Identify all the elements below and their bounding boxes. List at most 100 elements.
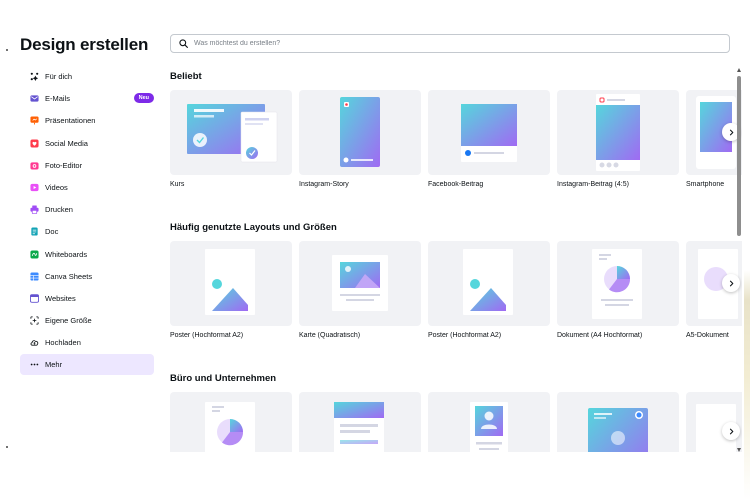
design-card-label: Karte (Quadratisch) (299, 332, 361, 339)
chevron-right-icon (729, 428, 733, 434)
sidebar-item-eigene-größe[interactable]: Eigene Größe (20, 310, 154, 331)
chevron-right-icon (729, 280, 733, 286)
sidebar-item-label: Foto-Editor (45, 160, 83, 170)
sidebar: Design erstellen Für dich E-Mails Neu Präse… (10, 20, 160, 452)
sidebar-item-social-media[interactable]: Social Media (20, 133, 154, 154)
create-design-panel: Design erstellen Für dich E-Mails Neu Präse… (10, 20, 742, 452)
doc-icon (30, 227, 39, 236)
sidebar-item-label: Whiteboards (45, 249, 88, 259)
search-bar[interactable] (170, 34, 730, 53)
design-card-label: Dokument (A4 Hochformat) (557, 332, 643, 339)
sidebar-item-drucken[interactable]: Drucken (20, 199, 154, 220)
sidebar-nav: Für dich E-Mails Neu Präsentationen Social M… (20, 66, 154, 377)
design-thumbnail[interactable] (299, 392, 421, 452)
card-row-beliebt: Kurs Instagram-Story Facebook-Beitrag In… (170, 90, 742, 200)
design-thumbnail[interactable] (428, 392, 550, 452)
sidebar-title: Design erstellen (20, 35, 149, 54)
new-badge: Neu (133, 93, 154, 104)
design-thumbnail[interactable] (428, 90, 550, 175)
custom-size-icon (30, 316, 39, 325)
sparkle-icon (30, 72, 39, 81)
sidebar-item-label: Mehr (45, 360, 63, 370)
scroll-thumb[interactable] (737, 76, 741, 236)
sidebar-item-label: E-Mails (45, 94, 71, 104)
design-card-label: Smartphone (686, 181, 725, 188)
sidebar-item-label: Doc (45, 227, 59, 237)
design-thumbnail[interactable] (299, 90, 421, 175)
more-icon (30, 360, 39, 369)
scroll-down-arrow[interactable] (737, 448, 741, 452)
sidebar-item-label: Hochladen (45, 338, 81, 348)
design-card[interactable]: Karte (Quadratisch) (299, 241, 421, 339)
sidebar-item-label: Für dich (45, 72, 73, 81)
scroll-up-arrow[interactable] (737, 68, 741, 72)
section-title-beliebt: Beliebt (170, 71, 202, 82)
sheets-icon (30, 272, 39, 281)
presentation-icon (30, 116, 39, 125)
sidebar-item-e-mails[interactable]: E-Mails Neu (20, 88, 154, 109)
sidebar-item-hochladen[interactable]: Hochladen (20, 332, 154, 353)
sidebar-item-whiteboards[interactable]: Whiteboards (20, 244, 154, 265)
design-card[interactable]: Instagram-Story (299, 90, 421, 188)
section-title-layouts: Häufig genutzte Layouts und Größen (170, 222, 337, 233)
design-card-label: Facebook-Beitrag (428, 181, 484, 188)
printer-icon (30, 205, 39, 215)
sidebar-item-für-dich[interactable]: Für dich (20, 66, 154, 87)
sidebar-item-präsentationen[interactable]: Präsentationen (20, 110, 154, 131)
website-icon (30, 294, 39, 303)
design-thumbnail[interactable] (299, 241, 421, 326)
design-thumbnail[interactable] (557, 241, 679, 326)
design-thumbnail[interactable] (170, 392, 292, 452)
background-edge (744, 0, 750, 500)
design-card[interactable]: Poster (Hochformat A2) (170, 241, 292, 339)
design-card-label: Poster (Hochformat A2) (428, 332, 502, 339)
mail-icon (30, 94, 39, 103)
heart-icon (30, 139, 39, 148)
design-card[interactable] (557, 392, 679, 452)
upload-cloud-icon (30, 338, 39, 347)
sidebar-item-videos[interactable]: Videos (20, 177, 154, 198)
design-card-label: A5-Dokument (686, 332, 729, 339)
camera-icon (30, 161, 39, 170)
design-card[interactable]: Kurs (170, 90, 292, 188)
sidebar-item-canva-sheets[interactable]: Canva Sheets (20, 266, 154, 287)
design-card-label: Instagram-Beitrag (4:5) (557, 181, 629, 188)
search-input[interactable] (194, 40, 694, 47)
video-icon (30, 183, 39, 192)
design-card[interactable]: Poster (Hochformat A2) (428, 241, 550, 339)
design-thumbnail[interactable] (170, 241, 292, 326)
design-card-label: Kurs (170, 181, 185, 188)
card-row-layouts: Poster (Hochformat A2) Karte (Quadratisc… (170, 241, 742, 351)
design-card[interactable] (170, 392, 292, 452)
sidebar-item-label: Videos (45, 182, 68, 192)
sidebar-item-label: Websites (45, 293, 76, 303)
main-content: Beliebt Kurs Instagram-Story Facebook-Be… (170, 20, 742, 452)
design-card[interactable]: Instagram-Beitrag (4:5) (557, 90, 679, 188)
sidebar-item-mehr[interactable]: Mehr (20, 354, 154, 376)
chevron-right-icon (729, 129, 733, 135)
design-card[interactable]: Facebook-Beitrag (428, 90, 550, 188)
main-scrollbar[interactable] (736, 68, 742, 452)
sidebar-item-label: Canva Sheets (45, 271, 93, 281)
canva-create-design-page: Design erstellen Für dich E-Mails Neu Präse… (0, 0, 750, 500)
design-card[interactable] (299, 392, 421, 452)
design-card[interactable]: Dokument (A4 Hochformat) (557, 241, 679, 339)
sidebar-item-label: Präsentationen (45, 116, 96, 126)
design-card[interactable] (428, 392, 550, 452)
window-corner-dot (6, 446, 8, 448)
design-thumbnail[interactable] (428, 241, 550, 326)
sidebar-item-label: Drucken (45, 205, 73, 215)
design-card-label: Instagram-Story (299, 181, 349, 188)
sidebar-item-doc[interactable]: Doc (20, 221, 154, 242)
design-thumbnail[interactable] (170, 90, 292, 175)
window-corner-dot (6, 49, 8, 51)
design-thumbnail[interactable] (557, 90, 679, 175)
design-card-label: Poster (Hochformat A2) (170, 332, 244, 339)
whiteboard-icon (30, 249, 39, 259)
sidebar-item-label: Social Media (45, 138, 88, 148)
sidebar-item-foto-editor[interactable]: Foto-Editor (20, 155, 154, 176)
card-row-buero (170, 392, 742, 452)
search-icon (179, 39, 188, 48)
sidebar-item-websites[interactable]: Websites (20, 288, 154, 309)
design-thumbnail[interactable] (557, 392, 679, 452)
